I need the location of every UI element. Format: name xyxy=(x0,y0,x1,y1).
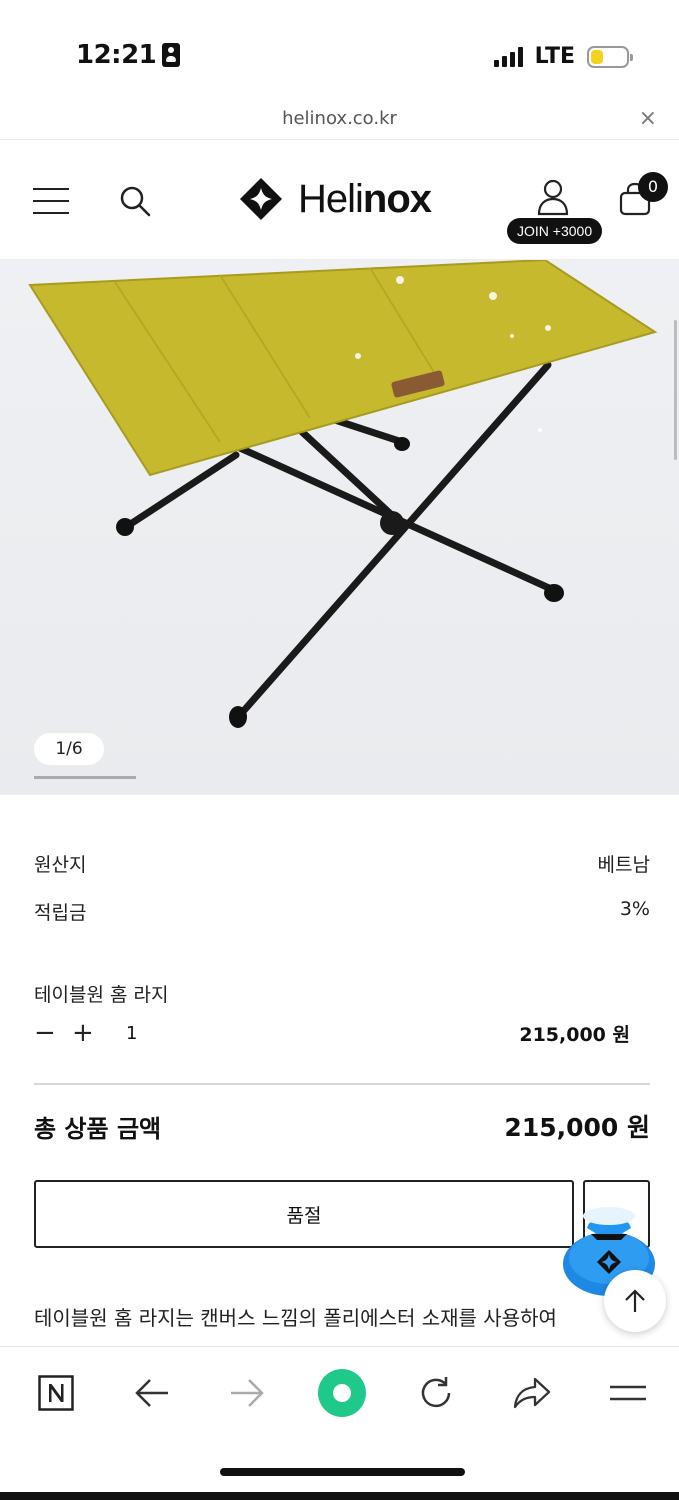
battery-level xyxy=(591,49,603,64)
option-name: 테이블원 홈 라지 xyxy=(34,984,169,1006)
refresh-icon[interactable] xyxy=(414,1371,458,1415)
join-badge[interactable]: JOIN +3000 xyxy=(507,218,603,244)
points-value: 3% xyxy=(619,898,650,920)
scrollbar[interactable] xyxy=(674,320,677,460)
hamburger-menu-icon[interactable] xyxy=(33,188,69,214)
screen-bottom-edge xyxy=(0,1492,679,1500)
total-value: 215,000 원 xyxy=(504,1113,650,1142)
origin-value: 베트남 xyxy=(597,854,650,876)
home-indicator[interactable] xyxy=(220,1468,465,1476)
product-photo-table xyxy=(28,260,658,728)
back-arrow-icon[interactable] xyxy=(130,1371,174,1415)
divider xyxy=(34,1083,650,1085)
quantity-row: − + 1 215,000 원 xyxy=(34,1018,630,1048)
origin-label: 원산지 xyxy=(34,854,87,876)
user-account-icon[interactable] xyxy=(536,178,570,216)
clock-text: 12:21 xyxy=(76,40,157,70)
green-dot-home-icon[interactable] xyxy=(316,1367,368,1419)
points-label: 적립금 xyxy=(34,902,87,924)
logo-mark-icon xyxy=(240,178,282,220)
cart-count-badge: 0 xyxy=(638,172,668,202)
quantity-value[interactable]: 1 xyxy=(126,1023,137,1044)
points-row: 적립금 3% xyxy=(34,898,650,925)
soldout-button[interactable]: 품절 xyxy=(34,1180,574,1248)
id-card-icon xyxy=(162,43,181,67)
option-price: 215,000 원 xyxy=(519,1023,630,1046)
image-counter: 1/6 xyxy=(34,733,104,765)
network-label: LTE xyxy=(534,44,575,69)
total-row: 총 상품 금액 215,000 원 xyxy=(34,1108,650,1144)
browser-toolbar xyxy=(0,1346,679,1440)
gallery-progress-bar xyxy=(34,776,136,779)
more-menu-icon[interactable] xyxy=(606,1371,650,1415)
quantity-minus-button[interactable]: − xyxy=(34,1018,72,1048)
logo-text: Helinox xyxy=(298,176,432,221)
naver-home-icon[interactable] xyxy=(34,1371,78,1415)
origin-row: 원산지 베트남 xyxy=(34,850,650,877)
status-bar: 12:21 LTE xyxy=(0,0,679,100)
close-icon[interactable]: × xyxy=(639,106,657,131)
signal-icon xyxy=(493,46,523,67)
battery-icon xyxy=(587,45,633,68)
search-icon[interactable] xyxy=(118,184,152,218)
status-time: 12:21 xyxy=(76,40,181,70)
product-description: 테이블원 홈 라지는 캔버스 느낌의 폴리에스터 소재를 사용하여 xyxy=(34,1306,557,1330)
forward-arrow-icon[interactable] xyxy=(225,1371,269,1415)
product-gallery[interactable]: 1/6 xyxy=(0,260,679,795)
total-label: 총 상품 금액 xyxy=(34,1114,162,1143)
quantity-plus-button[interactable]: + xyxy=(72,1018,110,1048)
share-icon[interactable] xyxy=(510,1371,554,1415)
helinox-logo[interactable]: Helinox xyxy=(238,176,432,222)
status-indicators: LTE xyxy=(493,44,633,69)
site-header: Helinox JOIN +3000 0 xyxy=(0,140,679,260)
browser-url-bar[interactable]: helinox.co.kr × xyxy=(0,100,679,140)
url-text[interactable]: helinox.co.kr xyxy=(0,108,679,129)
